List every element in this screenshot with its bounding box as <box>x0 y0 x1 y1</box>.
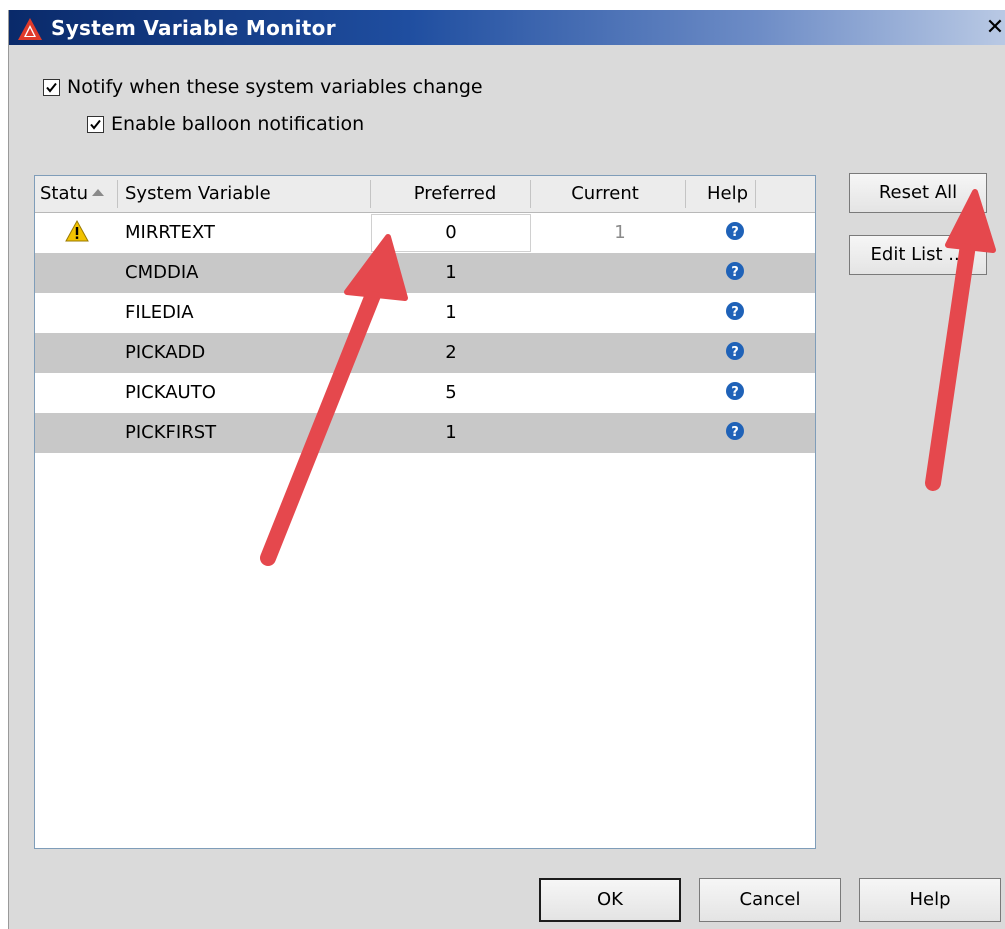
help-icon[interactable]: ? <box>725 221 745 241</box>
svg-text:?: ? <box>731 425 739 440</box>
variable-name: MIRRTEXT <box>125 222 215 243</box>
notify-checkbox-row[interactable]: Notify when these system variables chang… <box>43 76 483 98</box>
notify-label: Notify when these system variables chang… <box>67 76 483 98</box>
variable-name: CMDDIA <box>125 262 199 283</box>
preferred-value[interactable]: 2 <box>371 342 531 363</box>
current-value: 1 <box>614 222 626 243</box>
balloon-label: Enable balloon notification <box>111 113 365 135</box>
table-row[interactable]: FILEDIA 1 ? <box>35 293 815 333</box>
preferred-value[interactable]: 1 <box>371 262 531 283</box>
table-row[interactable]: CMDDIA 1 ? <box>35 253 815 293</box>
header-current[interactable]: Current <box>535 183 675 204</box>
table-row[interactable]: PICKADD 2 ? <box>35 333 815 373</box>
balloon-checkbox[interactable] <box>87 115 104 133</box>
svg-text:?: ? <box>731 305 739 320</box>
notify-checkbox[interactable] <box>43 78 60 96</box>
help-icon[interactable]: ? <box>725 301 745 321</box>
help-icon[interactable]: ? <box>725 261 745 281</box>
svg-text:?: ? <box>731 265 739 280</box>
variable-name: PICKFIRST <box>125 422 217 443</box>
svg-text:?: ? <box>731 225 739 240</box>
checkmark-icon <box>90 119 101 130</box>
warning-icon <box>65 219 89 242</box>
preferred-value[interactable]: 1 <box>371 302 531 323</box>
sort-ascending-icon <box>91 189 104 196</box>
window-title: System Variable Monitor <box>51 16 336 40</box>
variable-name: FILEDIA <box>125 302 194 323</box>
edit-list-button[interactable]: Edit List ... <box>849 235 987 275</box>
header-preferred[interactable]: Preferred <box>380 183 530 204</box>
svg-text:?: ? <box>731 345 739 360</box>
reset-all-button[interactable]: Reset All <box>849 173 987 213</box>
ok-button[interactable]: OK <box>539 878 681 922</box>
svg-text:?: ? <box>731 385 739 400</box>
preferred-value[interactable]: 5 <box>371 382 531 403</box>
preferred-value[interactable]: 1 <box>371 422 531 443</box>
autocad-logo-icon <box>18 18 42 40</box>
title-bar[interactable]: System Variable Monitor <box>9 10 1005 45</box>
balloon-checkbox-row[interactable]: Enable balloon notification <box>87 113 364 135</box>
table-header: Statu System Variable Preferred Current … <box>35 176 815 213</box>
preferred-value[interactable]: 0 <box>371 222 531 243</box>
header-status[interactable]: Statu <box>40 183 112 204</box>
header-system-variable[interactable]: System Variable <box>125 183 375 204</box>
system-variable-table: Statu System Variable Preferred Current … <box>34 175 816 849</box>
help-icon[interactable]: ? <box>725 341 745 361</box>
cancel-button[interactable]: Cancel <box>699 878 841 922</box>
header-help[interactable]: Help <box>707 183 753 204</box>
help-button[interactable]: Help <box>859 878 1001 922</box>
table-row[interactable]: PICKFIRST 1 ? <box>35 413 815 453</box>
help-icon[interactable]: ? <box>725 421 745 441</box>
system-variable-monitor-dialog: System Variable Monitor ✕ Notify when th… <box>8 10 1005 929</box>
help-icon[interactable]: ? <box>725 381 745 401</box>
variable-name: PICKAUTO <box>125 382 216 403</box>
checkmark-icon <box>46 82 57 93</box>
variable-name: PICKADD <box>125 342 206 363</box>
table-row[interactable]: PICKAUTO 5 ? <box>35 373 815 413</box>
close-button[interactable]: ✕ <box>982 15 1005 41</box>
table-row[interactable]: MIRRTEXT 0 1 ? <box>35 213 815 253</box>
